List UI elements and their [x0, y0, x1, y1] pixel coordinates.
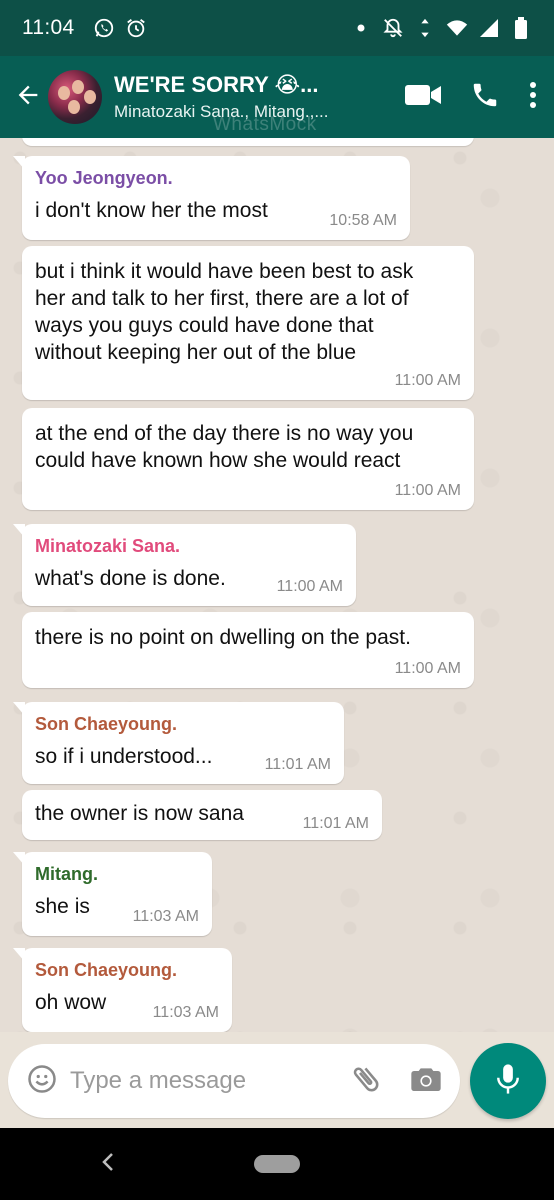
whatsapp-icon	[93, 17, 115, 39]
emoji-icon	[27, 1064, 57, 1099]
message-time: 11:00 AM	[394, 660, 461, 677]
notifications-off-icon	[382, 17, 404, 39]
message-time: 11:01 AM	[302, 815, 369, 832]
message-bubble[interactable]: but i think it would have been best to a…	[22, 246, 474, 400]
phone-icon	[470, 83, 500, 114]
signal-icon	[478, 17, 500, 39]
message-composer	[8, 1044, 460, 1118]
message-input[interactable]	[70, 1067, 330, 1095]
message-time: 11:00 AM	[394, 482, 461, 499]
message-bubble[interactable]: Mitang. she is 11:03 AM	[13, 852, 212, 936]
message-text: there is no point on dwelling on the pas…	[35, 626, 411, 649]
status-bar: 11:04	[0, 0, 554, 56]
wifi-icon	[446, 17, 468, 39]
message-time: 11:03 AM	[132, 908, 199, 925]
more-options-button[interactable]	[528, 81, 538, 114]
sender-name: Minatozaki Sana.	[35, 536, 181, 556]
dot-icon	[350, 17, 372, 39]
message-time: 11:00 AM	[276, 578, 343, 595]
back-button[interactable]	[4, 67, 52, 127]
message-bubble[interactable]: Yoo Jeongyeon. i don't know her the most…	[13, 156, 410, 240]
voice-record-button[interactable]	[470, 1043, 546, 1119]
mic-icon	[493, 1062, 523, 1101]
message-text: but i think it would have been best to a…	[35, 260, 414, 364]
message-time: 11:00 AM	[394, 372, 461, 389]
attach-icon	[349, 1062, 383, 1101]
sender-name: Son Chaeyoung.	[35, 960, 178, 980]
alarm-icon	[125, 17, 147, 39]
chat-title: WE'RE SORRY 😭...	[114, 72, 319, 97]
message-bubble[interactable]: Minatozaki Sana. what's done is done. 11…	[13, 524, 356, 606]
message-bubble[interactable]: at the end of the day there is no way yo…	[22, 408, 474, 510]
previous-message-bubble	[22, 138, 474, 146]
camera-icon	[410, 1064, 442, 1099]
message-time: 11:01 AM	[264, 756, 331, 773]
message-bubble[interactable]: the owner is now sana 11:01 AM	[22, 790, 382, 840]
nav-back-button[interactable]	[96, 1150, 120, 1178]
message-time: 10:58 AM	[329, 212, 397, 229]
watermark: WhatsMock	[213, 114, 317, 135]
sender-name: Son Chaeyoung.	[35, 714, 178, 734]
message-bubble[interactable]: Son Chaeyoung. oh wow 11:03 AM	[13, 948, 232, 1032]
voice-call-button[interactable]	[470, 80, 500, 115]
message-bubble[interactable]: Son Chaeyoung. so if i understood... 11:…	[13, 702, 344, 784]
camera-button[interactable]	[408, 1063, 444, 1099]
status-time: 11:04	[22, 16, 75, 39]
chevron-left-icon	[101, 1152, 115, 1177]
system-navigation-bar	[0, 1128, 554, 1200]
data-arrows-icon	[414, 17, 436, 39]
message-bubble[interactable]: there is no point on dwelling on the pas…	[22, 612, 474, 688]
back-arrow-icon	[14, 81, 42, 114]
message-time: 11:03 AM	[152, 1004, 219, 1021]
message-text: at the end of the day there is no way yo…	[35, 422, 414, 472]
video-call-button[interactable]	[404, 82, 442, 113]
emoji-button[interactable]	[26, 1064, 58, 1099]
chat-area[interactable]: Yoo Jeongyeon. i don't know her the most…	[0, 138, 554, 1032]
group-avatar[interactable]	[48, 70, 102, 124]
attach-button[interactable]	[348, 1063, 384, 1099]
nav-home-pill[interactable]	[254, 1155, 300, 1173]
sender-name: Mitang.	[35, 864, 98, 884]
battery-icon	[510, 17, 532, 39]
more-vert-icon	[528, 81, 538, 113]
video-call-icon	[404, 84, 442, 112]
sender-name: Yoo Jeongyeon.	[35, 168, 173, 188]
